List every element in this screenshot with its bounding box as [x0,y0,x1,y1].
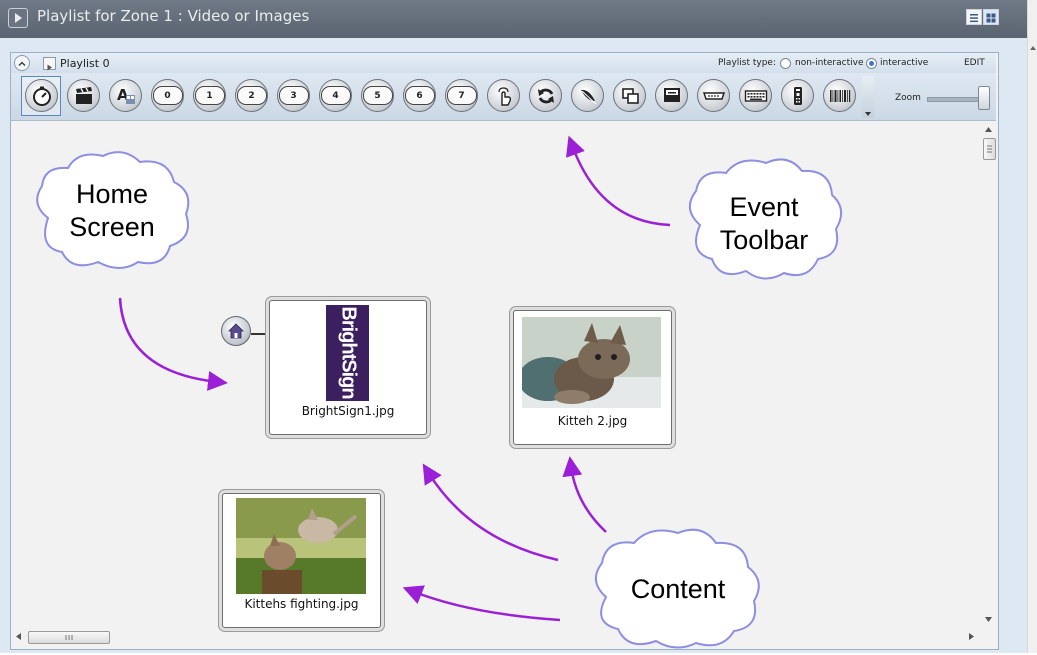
arrow-content-fighting [402,585,561,622]
arrow-event-toolbar [566,135,671,227]
arrow-home-screen [118,297,228,391]
annotation-arrows [118,135,671,622]
arrow-content-brightsign [422,463,559,562]
arrow-content-kitteh-2 [562,456,607,533]
